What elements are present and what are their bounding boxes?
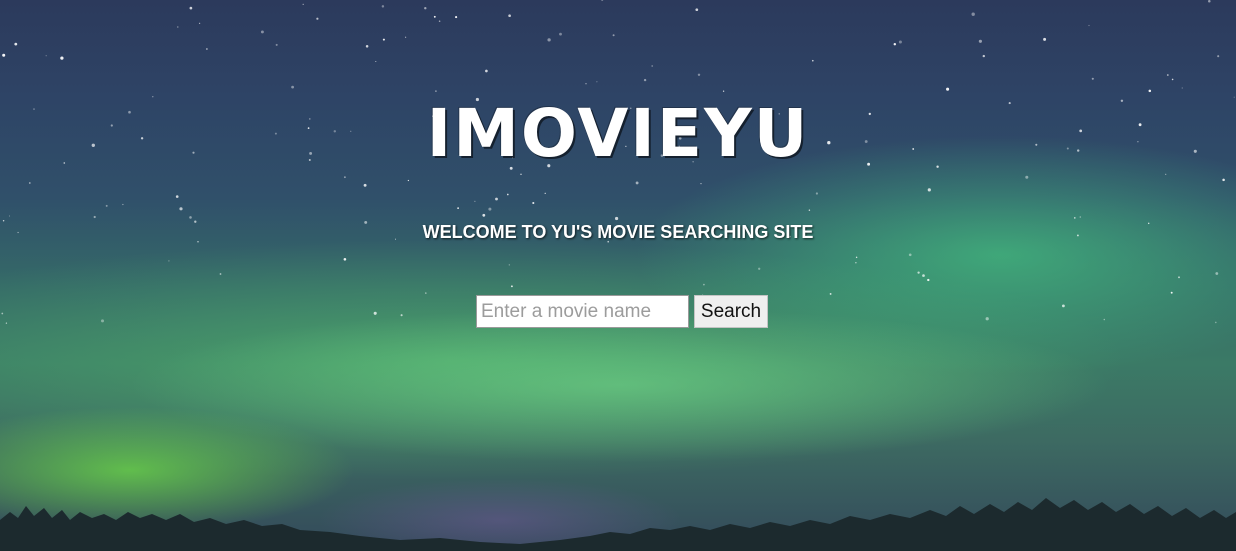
site-title: IMOVIEYU: [426, 95, 810, 172]
search-button[interactable]: Search: [694, 295, 768, 328]
search-form: Search: [476, 295, 768, 328]
aurora-background: [0, 0, 1236, 551]
movie-search-input[interactable]: [476, 295, 689, 328]
treeline-silhouette: [0, 498, 1236, 551]
site-subtitle: WELCOME TO YU'S MOVIE SEARCHING SITE: [422, 222, 814, 242]
